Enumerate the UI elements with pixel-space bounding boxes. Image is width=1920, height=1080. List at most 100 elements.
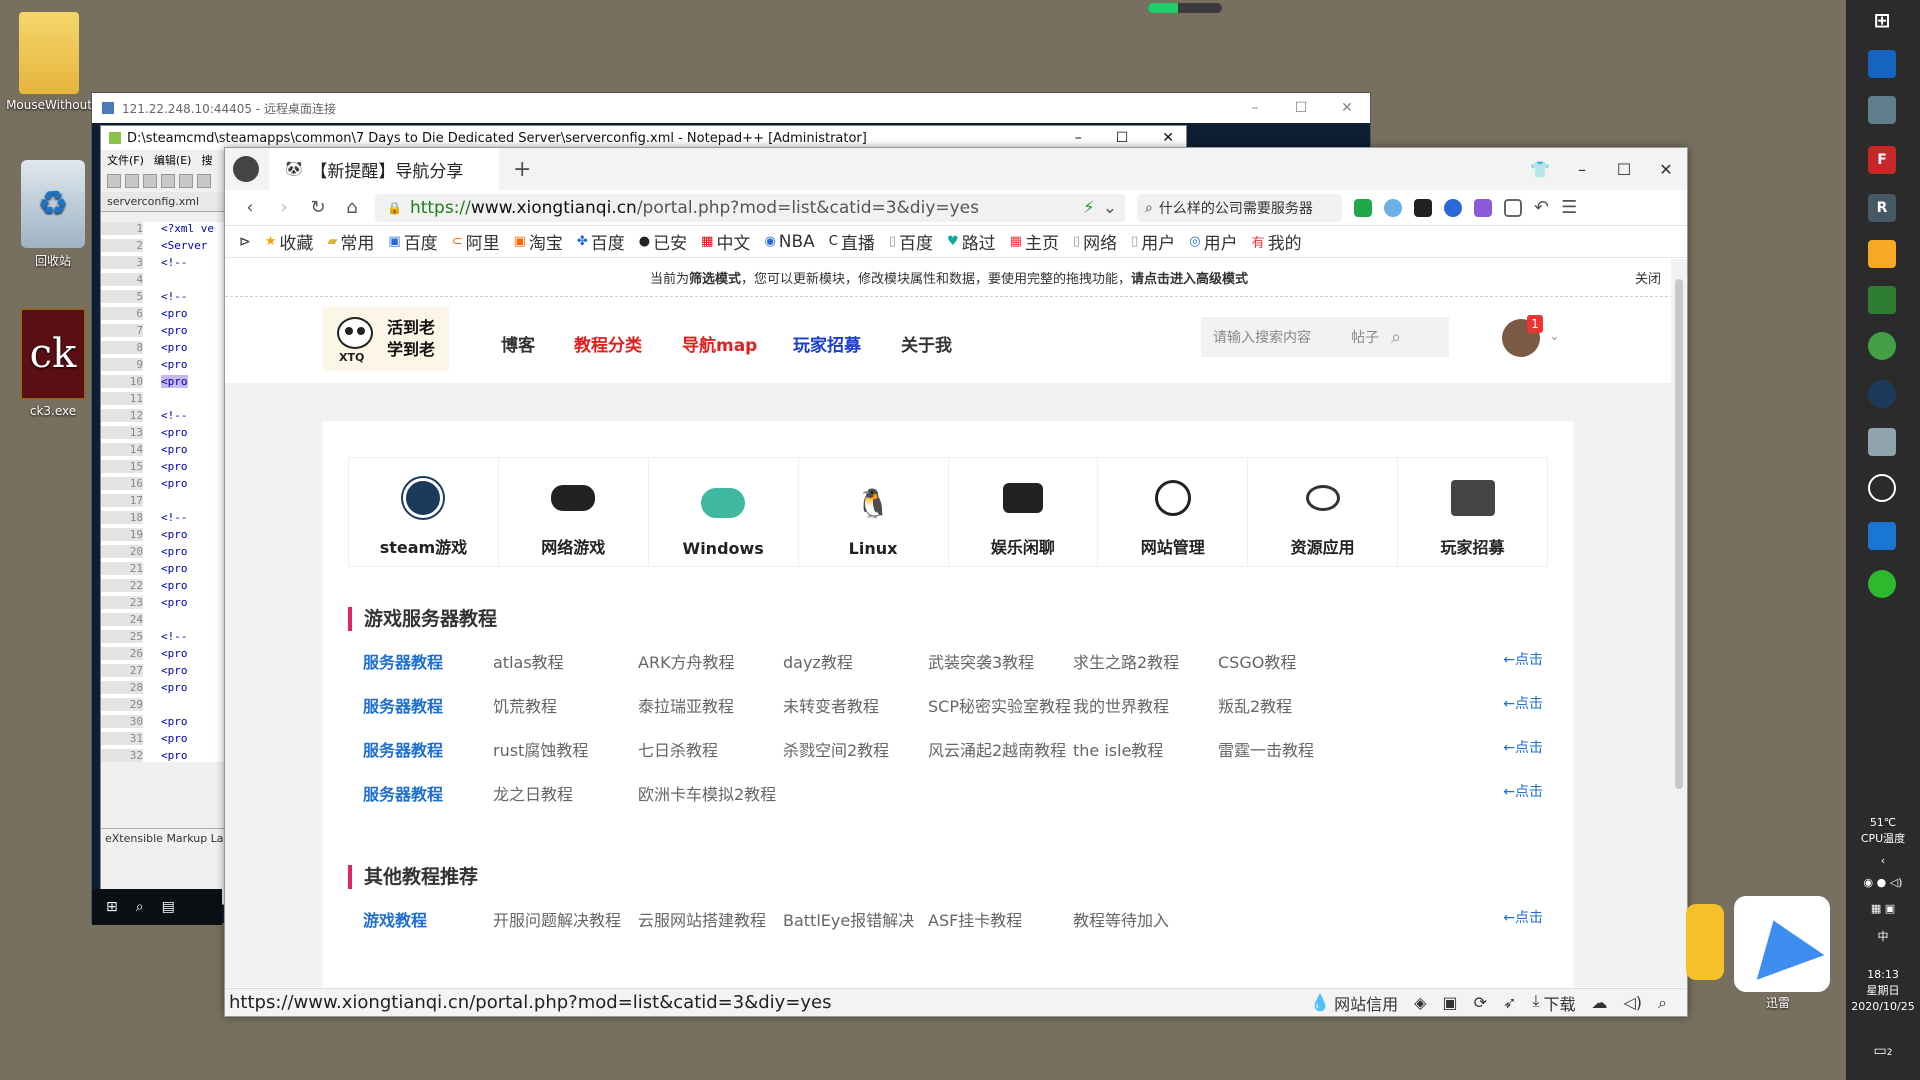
app-icon[interactable]	[1868, 474, 1896, 502]
bookmark-item[interactable]: ⊂ 阿里	[452, 229, 500, 254]
chevron-down-icon[interactable]: ⌄	[1103, 198, 1125, 218]
xunlei-floating-icon[interactable]	[1734, 896, 1830, 992]
bookmarks-expand-icon[interactable]: ⊳	[239, 234, 251, 250]
tutorial-link[interactable]: 云服网站搭建教程	[638, 907, 766, 931]
notification-center-icon[interactable]: ▭2	[1846, 1044, 1920, 1060]
apps-grid-icon[interactable]	[1504, 198, 1522, 217]
forward-icon[interactable]: ›	[273, 197, 295, 218]
browser-avatar-icon[interactable]	[233, 156, 259, 182]
browser-tab-active[interactable]: 🐼 【新提醒】导航分享	[269, 148, 499, 190]
nav-map[interactable]: 导航map	[682, 331, 757, 356]
bookmark-item[interactable]: ▯ 百度	[889, 229, 933, 254]
desktop-icon-recycle-bin[interactable]: ♻ 回收站	[10, 160, 96, 269]
desktop-icon-mousewithout[interactable]: MouseWithout	[6, 12, 92, 112]
notepadpp-close-button[interactable]: ✕	[1162, 130, 1174, 146]
notice-close-button[interactable]: 关闭	[1635, 268, 1661, 287]
chevron-down-icon[interactable]: ⌄	[1549, 329, 1560, 344]
tray-icons[interactable]: ▦ ▣	[1846, 902, 1920, 916]
category-recruit[interactable]: 玩家招募	[1398, 458, 1547, 566]
site-search-input[interactable]: 请输入搜索内容 帖子 ⌕	[1201, 317, 1449, 357]
browser-search-input[interactable]: ⌕ 什么样的公司需要服务器	[1137, 193, 1342, 222]
lightning-icon[interactable]: ⚡	[1083, 198, 1095, 218]
screenshot-icon[interactable]	[1474, 198, 1492, 217]
tutorial-link[interactable]: 风云涌起2越南教程	[928, 737, 1066, 761]
tutorial-link[interactable]: 教程等待加入	[1073, 907, 1169, 931]
menu-search[interactable]: 搜	[201, 152, 212, 168]
tutorial-link[interactable]: 饥荒教程	[493, 693, 557, 717]
tutorial-link[interactable]: 七日杀教程	[638, 737, 718, 761]
save-all-icon[interactable]	[161, 174, 175, 188]
tutorial-link[interactable]: 叛乱2教程	[1218, 693, 1292, 717]
shield-icon[interactable]	[1354, 198, 1372, 217]
new-tab-button[interactable]: +	[513, 157, 531, 182]
rocket-icon[interactable]: ➶	[1503, 993, 1516, 1012]
filezilla-icon[interactable]: F	[1868, 146, 1896, 174]
start-icon[interactable]: ⊞	[106, 899, 118, 915]
tutorial-link[interactable]: rust腐蚀教程	[493, 737, 588, 761]
category-resources[interactable]: 资源应用	[1248, 458, 1399, 566]
bookmark-item[interactable]: ▦ 主页	[1010, 229, 1059, 254]
tutorial-link[interactable]: CSGO教程	[1218, 649, 1296, 673]
category-windows[interactable]: Windows	[649, 458, 799, 566]
undo-icon[interactable]: ↶	[1534, 197, 1549, 218]
speaker-icon[interactable]: ◁)	[1623, 993, 1642, 1012]
tutorial-link[interactable]: 龙之日教程	[493, 781, 573, 805]
cloud-icon[interactable]: ☁	[1591, 993, 1607, 1012]
print-icon[interactable]	[197, 174, 211, 188]
steam-icon[interactable]	[1868, 380, 1896, 408]
reload-icon[interactable]: ↻	[307, 197, 329, 218]
ime-indicator[interactable]: 中	[1846, 930, 1920, 944]
rdp-minimize-button[interactable]: –	[1232, 93, 1278, 123]
close-file-icon[interactable]	[179, 174, 193, 188]
bookmark-item[interactable]: ✤ 百度	[577, 229, 625, 254]
back-icon[interactable]: ‹	[239, 197, 261, 218]
remote-desktop-icon[interactable]	[1868, 522, 1896, 550]
bookmark-item[interactable]: ● 已安	[639, 229, 687, 254]
app-icon[interactable]: R	[1868, 194, 1896, 222]
category-chat[interactable]: 娱乐闲聊	[949, 458, 1099, 566]
browser-minimize-button[interactable]: –	[1561, 148, 1603, 190]
category-steam[interactable]: steam游戏	[349, 458, 499, 566]
zoom-icon[interactable]: ⌕	[1658, 993, 1667, 1013]
save-icon[interactable]	[143, 174, 157, 188]
shirt-icon[interactable]: 👕	[1519, 148, 1561, 190]
download-button[interactable]: ⤓ 下载	[1532, 991, 1575, 1015]
clock-date[interactable]: 2020/10/25	[1846, 1000, 1920, 1014]
zoom-icon[interactable]	[1444, 198, 1462, 217]
search-icon[interactable]: ⌕	[1391, 327, 1401, 348]
row-more-link[interactable]: ←点击	[1503, 693, 1543, 713]
refresh-icon[interactable]: ⟳	[1474, 993, 1487, 1012]
shield-icon[interactable]: ◈	[1414, 993, 1426, 1012]
browser-maximize-button[interactable]: ☐	[1603, 148, 1645, 190]
row-category-link[interactable]: 服务器教程	[363, 737, 443, 761]
open-file-icon[interactable]	[125, 174, 139, 188]
home-icon[interactable]: ⌂	[341, 197, 363, 218]
tutorial-link[interactable]: 武装突袭3教程	[928, 649, 1034, 673]
search-icon[interactable]: ⌕	[136, 899, 144, 915]
translate-icon[interactable]	[1384, 198, 1402, 217]
site-logo[interactable]: XTQ 活到老 学到老	[323, 307, 449, 371]
bookmark-item[interactable]: ▯ 网络	[1073, 229, 1117, 254]
bookmark-item[interactable]: ▣ 淘宝	[514, 229, 563, 254]
tutorial-link[interactable]: 未转变者教程	[783, 693, 879, 717]
url-input[interactable]: 🔒 https://www.xiongtianqi.cn/portal.php?…	[375, 193, 1125, 222]
bookmark-item[interactable]: ♥ 路过	[947, 229, 996, 254]
bookmark-item[interactable]: ▣ 百度	[388, 229, 437, 254]
tutorial-link[interactable]: 我的世界教程	[1073, 693, 1169, 717]
file-explorer-icon[interactable]	[1868, 240, 1896, 268]
row-more-link[interactable]: ←点击	[1503, 781, 1543, 801]
category-online-games[interactable]: 网络游戏	[499, 458, 649, 566]
tutorial-link[interactable]: BattlEye报错解决	[783, 907, 914, 931]
advanced-mode-link[interactable]: 请点击进入高级模式	[1131, 268, 1248, 287]
file-tab[interactable]: serverconfig.xml	[101, 192, 231, 212]
rdp-close-button[interactable]: ✕	[1324, 93, 1370, 123]
app-icon[interactable]	[1868, 428, 1896, 456]
site-credit[interactable]: 💧 网站信用	[1310, 991, 1398, 1015]
row-category-link[interactable]: 服务器教程	[363, 693, 443, 717]
tutorial-link[interactable]: 求生之路2教程	[1073, 649, 1179, 673]
app-icon[interactable]	[1868, 286, 1896, 314]
tray-expand-icon[interactable]: ‹	[1846, 854, 1920, 868]
bookmark-item[interactable]: ★ 收藏	[265, 229, 314, 254]
nav-blog[interactable]: 博客	[501, 331, 535, 356]
row-more-link[interactable]: ←点击	[1503, 907, 1543, 927]
